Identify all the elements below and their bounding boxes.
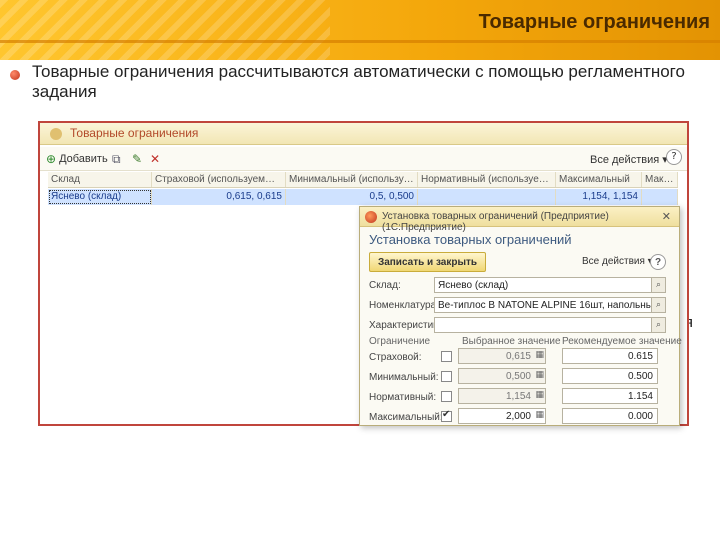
help-button[interactable]: ? — [666, 149, 682, 165]
window-logo-icon — [50, 128, 62, 140]
column-header[interactable]: Склад — [48, 172, 152, 187]
column-header[interactable]: Страховой (используемый, рекомендуемый) — [152, 172, 286, 187]
column-header[interactable]: Нормативный (используемый, рекомендуемый… — [418, 172, 556, 187]
column-header[interactable]: Минимальный (используемый, ...) — [286, 172, 418, 187]
column-header[interactable]: Максимальный — [556, 172, 642, 187]
all-actions-label: Все действия ▾ — [590, 153, 668, 166]
limit-label-safety: Страховой: — [369, 352, 422, 363]
calculator-icon[interactable]: ▦ — [535, 350, 544, 360]
table-cell[interactable]: 0,615, 0,615 — [152, 189, 286, 205]
table-header: Склад Страховой (используемый, рекоменду… — [48, 172, 678, 188]
search-icon[interactable]: ⌕ — [651, 278, 665, 292]
column-header[interactable]: Максима — [642, 172, 678, 187]
nomenclature-label: Номенклатура: — [369, 300, 439, 311]
pencil-icon: ✎ — [132, 152, 143, 166]
limits-column-restriction: Ограничение — [369, 336, 431, 347]
edit-button[interactable]: ✎ — [132, 150, 142, 168]
slide: Товарные ограничения Товарные ограничени… — [0, 0, 720, 540]
search-icon[interactable]: ⌕ — [651, 318, 665, 332]
calculator-icon[interactable]: ▦ — [535, 370, 544, 380]
limits-column-recommended: Рекомендуемое значение — [562, 336, 682, 347]
limit-chosen-value: 2,000 — [505, 411, 531, 422]
dialog-titlebar: Установка товарных ограничений (Предприя… — [360, 207, 679, 233]
plus-icon: ⊕ — [46, 152, 57, 166]
limit-recommended-safety: 0.615 — [562, 348, 658, 364]
table-cell[interactable] — [642, 189, 678, 205]
all-actions-menu[interactable]: Все действия ▾ — [590, 150, 668, 168]
table-cell[interactable]: 1,154, 1,154 — [556, 189, 642, 205]
dialog-all-actions-menu[interactable]: Все действия ▾ — [582, 256, 653, 267]
slide-title: Товарные ограничения — [478, 11, 710, 33]
limit-chosen-minimum[interactable]: 0,500 ▦ — [458, 368, 546, 384]
limit-checkbox-minimum[interactable] — [441, 371, 452, 382]
header-pattern — [0, 0, 330, 60]
limit-chosen-value: 0,615 — [505, 351, 531, 362]
delete-icon: ✕ — [150, 152, 161, 166]
warehouse-value: Яснево (склад) — [438, 280, 509, 291]
limit-chosen-maximum[interactable]: 2,000 ▦ — [458, 408, 546, 424]
limit-chosen-safety[interactable]: 0,615 ▦ — [458, 348, 546, 364]
table-cell[interactable]: Яснево (склад) — [48, 189, 152, 205]
window-title: Товарные ограничения — [70, 126, 199, 140]
characteristic-field[interactable]: ⌕ — [434, 317, 666, 333]
limits-column-chosen: Выбранное значение — [462, 336, 561, 347]
limit-recommended-normative: 1.154 — [562, 388, 658, 404]
help-icon: ? — [671, 151, 677, 162]
dialog-heading: Установка товарных ограничений — [369, 232, 572, 247]
table-row[interactable]: Яснево (склад) 0,615, 0,615 0,5, 0,500 1… — [48, 189, 678, 205]
calculator-icon[interactable]: ▦ — [535, 390, 544, 400]
nomenclature-field[interactable]: Ве-типлос В NATONE ALPINE 16шт, напольны… — [434, 297, 666, 313]
copy-button[interactable]: ⧉ — [112, 150, 121, 168]
bullet-icon — [10, 70, 20, 80]
limit-chosen-normative[interactable]: 1,154 ▦ — [458, 388, 546, 404]
limit-checkbox-maximum[interactable] — [441, 409, 452, 422]
calculator-icon[interactable]: ▦ — [535, 410, 544, 420]
warehouse-label: Склад: — [369, 280, 401, 291]
copy-icon: ⧉ — [112, 152, 121, 166]
slide-header: Товарные ограничения — [0, 0, 720, 60]
table-cell[interactable] — [418, 189, 556, 205]
close-icon[interactable]: ✕ — [662, 210, 671, 223]
write-and-close-button[interactable]: Записать и закрыть — [369, 252, 486, 272]
limit-recommended-minimum: 0.500 — [562, 368, 658, 384]
app-logo-icon — [365, 211, 377, 223]
table-cell[interactable]: 0,5, 0,500 — [286, 189, 418, 205]
bullet-text: Товарные ограничения рассчитываются авто… — [32, 62, 685, 101]
window-titlebar: Товарные ограничения — [40, 123, 687, 145]
window-toolbar: ⊕ Добавить ⧉ ✎ ✕ Все действия ▾ ? — [40, 147, 687, 171]
limit-chosen-value: 1,154 — [505, 391, 531, 402]
add-button-label: Добавить — [59, 153, 108, 165]
nomenclature-value: Ве-типлос В NATONE ALPINE 16шт, напольны… — [438, 300, 666, 311]
limit-checkbox-safety[interactable] — [441, 351, 452, 362]
dialog-window-title: Установка товарных ограничений (Предприя… — [382, 211, 609, 233]
search-icon[interactable]: ⌕ — [651, 298, 665, 312]
limit-recommended-maximum: 0.000 — [562, 408, 658, 424]
limit-chosen-value: 0,500 — [505, 371, 531, 382]
warehouse-field[interactable]: Яснево (склад) ⌕ — [434, 277, 666, 293]
add-button[interactable]: ⊕ Добавить — [46, 150, 108, 168]
dialog-help-button[interactable]: ? — [650, 254, 666, 270]
delete-button[interactable]: ✕ — [150, 150, 160, 168]
header-stripe — [0, 40, 720, 43]
limit-checkbox-normative[interactable] — [441, 391, 452, 402]
limit-label-normative: Нормативный: — [369, 392, 437, 403]
limit-label-maximum: Максимальный: — [369, 412, 443, 423]
limit-label-minimum: Минимальный: — [369, 372, 439, 383]
